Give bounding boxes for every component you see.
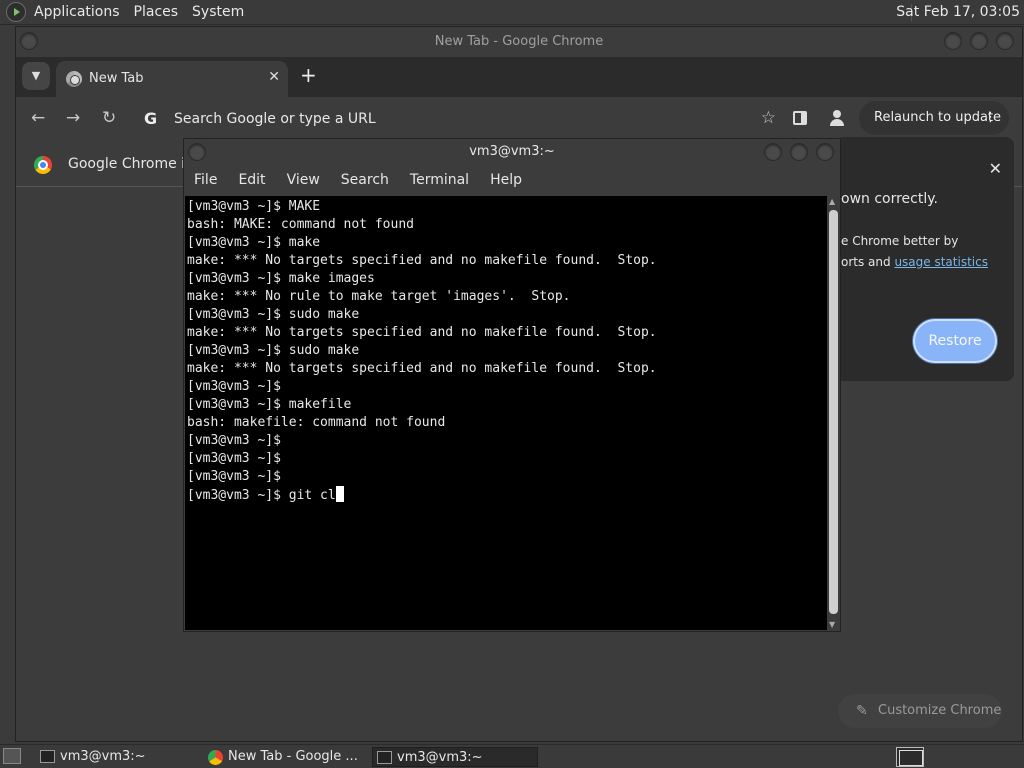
terminal-line: [vm3@vm3 ~]$ makefile (187, 397, 352, 412)
more-menu-icon[interactable]: ⋮ (984, 101, 997, 135)
taskbar-item-terminal-active[interactable]: vm3@vm3:~ (372, 747, 538, 767)
terminal-window-menu-button[interactable] (188, 143, 206, 161)
taskbar-item-chrome[interactable]: New Tab - Google ... (204, 747, 364, 767)
terminal-close-button[interactable] (816, 143, 834, 161)
tab-close-icon[interactable]: ✕ (268, 69, 280, 85)
terminal-minimize-button[interactable] (764, 143, 782, 161)
bookmark-star-icon[interactable]: ☆ (761, 108, 776, 128)
menu-places[interactable]: Places (134, 4, 179, 20)
new-tab-button[interactable]: + (300, 63, 317, 87)
terminal-menu-terminal[interactable]: Terminal (410, 172, 469, 188)
terminal-menu-view[interactable]: View (287, 172, 320, 188)
window-menu-button[interactable] (20, 32, 38, 50)
side-panel-icon[interactable] (793, 111, 807, 125)
show-desktop-icon[interactable] (3, 748, 21, 764)
restore-message: own correctly. (841, 191, 938, 207)
terminal-input-line[interactable]: [vm3@vm3 ~]$ git cl (187, 486, 827, 505)
terminal-line: [vm3@vm3 ~]$ MAKE (187, 199, 321, 214)
terminal-line: [vm3@vm3 ~]$ (187, 433, 281, 448)
taskbar-item-label: New Tab - Google ... (228, 749, 358, 764)
back-arrow-icon[interactable]: ← (31, 108, 45, 128)
terminal-cursor (335, 486, 344, 502)
terminal-menubar: File Edit View Search Terminal Help (184, 165, 840, 195)
terminal-line: [vm3@vm3 ~]$ make (187, 235, 321, 250)
tab-label: New Tab (89, 71, 144, 86)
omnibox[interactable]: G Search Google or type a URL ☆ (136, 101, 776, 137)
terminal-window: vm3@vm3:~ File Edit View Search Terminal… (183, 138, 841, 632)
customize-chrome-button[interactable]: ✎ Customize Chrome (838, 694, 1002, 728)
terminal-title: vm3@vm3:~ (469, 144, 555, 159)
scroll-down-arrow-icon[interactable]: ▼ (829, 620, 835, 629)
terminal-line: bash: makefile: command not found (187, 415, 446, 430)
terminal-line: make: *** No rule to make target 'images… (187, 289, 571, 304)
terminal-line: [vm3@vm3 ~]$ (187, 451, 281, 466)
restore-button[interactable]: Restore (913, 319, 997, 363)
restore-subtext-2: orts and usage statistics (841, 255, 988, 269)
google-g-icon: G (144, 109, 158, 128)
terminal-line: [vm3@vm3 ~]$ make images (187, 271, 375, 286)
tab-strip: ▼ New Tab ✕ + (16, 57, 1022, 97)
chrome-favicon-icon (66, 71, 82, 87)
chrome-logo-icon (34, 156, 52, 174)
terminal-current-input: [vm3@vm3 ~]$ git cl (187, 488, 336, 503)
top-panel: Applications Places System Sat Feb 17, 0… (0, 0, 1024, 25)
terminal-output[interactable]: [vm3@vm3 ~]$ MAKE bash: MAKE: command not… (185, 196, 827, 630)
taskbar-item-label: vm3@vm3:~ (397, 750, 483, 765)
terminal-menu-search[interactable]: Search (341, 172, 389, 188)
terminal-titlebar[interactable]: vm3@vm3:~ (184, 139, 840, 165)
chrome-toolbar: ← → ↻ G Search Google or type a URL ☆ Re… (16, 97, 1022, 141)
maximize-button[interactable] (970, 32, 988, 50)
profile-icon[interactable] (828, 109, 846, 127)
chrome-titlebar[interactable]: New Tab - Google Chrome (16, 27, 1022, 57)
forward-arrow-icon[interactable]: → (66, 108, 80, 128)
chrome-window-title: New Tab - Google Chrome (434, 34, 604, 49)
terminal-line: make: *** No targets specified and no ma… (187, 253, 657, 268)
customize-chrome-label: Customize Chrome (878, 703, 1002, 718)
close-window-button[interactable] (996, 32, 1014, 50)
terminal-line: make: *** No targets specified and no ma… (187, 361, 657, 376)
reload-icon[interactable]: ↻ (102, 108, 116, 128)
usage-statistics-link[interactable]: usage statistics (894, 255, 988, 269)
clock[interactable]: Sat Feb 17, 03:05 (896, 4, 1020, 20)
terminal-line: bash: MAKE: command not found (187, 217, 414, 232)
taskbar-item-terminal[interactable]: vm3@vm3:~ (36, 747, 196, 767)
terminal-menu-help[interactable]: Help (490, 172, 522, 188)
infobar-text: Google Chrome isn (68, 156, 202, 172)
terminal-scrollbar[interactable]: ▲ ▼ (827, 196, 840, 630)
close-icon[interactable]: ✕ (989, 159, 1002, 178)
pencil-icon: ✎ (856, 703, 868, 719)
menu-applications[interactable]: Applications (34, 4, 120, 20)
restore-subtext-2-text: orts and (841, 255, 895, 269)
terminal-line: [vm3@vm3 ~]$ (187, 469, 281, 484)
restore-subtext-1: e Chrome better by (841, 234, 959, 248)
tab-search-button[interactable]: ▼ (22, 62, 50, 90)
minimize-button[interactable] (944, 32, 962, 50)
scroll-up-arrow-icon[interactable]: ▲ (829, 197, 835, 206)
omnibox-placeholder: Search Google or type a URL (174, 111, 376, 127)
terminal-menu-edit[interactable]: Edit (238, 172, 265, 188)
distro-logo-icon[interactable] (6, 2, 26, 22)
terminal-icon (40, 750, 55, 763)
scrollbar-thumb[interactable] (829, 210, 838, 614)
terminal-maximize-button[interactable] (790, 143, 808, 161)
chrome-icon (208, 750, 223, 765)
terminal-icon (377, 751, 392, 764)
restore-dialog: ✕ own correctly. e Chrome better by orts… (836, 137, 1014, 381)
terminal-line: [vm3@vm3 ~]$ sudo make (187, 307, 360, 322)
terminal-line: [vm3@vm3 ~]$ (187, 379, 281, 394)
workspace-switcher[interactable] (896, 747, 924, 767)
terminal-line: [vm3@vm3 ~]$ sudo make (187, 343, 360, 358)
bottom-panel: vm3@vm3:~ New Tab - Google ... vm3@vm3:~ (0, 744, 1024, 768)
relaunch-button[interactable]: Relaunch to update ⋮ (859, 101, 1009, 135)
menu-system[interactable]: System (192, 4, 244, 20)
tab-new-tab[interactable]: New Tab ✕ (56, 61, 288, 97)
taskbar-item-label: vm3@vm3:~ (60, 749, 146, 764)
terminal-line: make: *** No targets specified and no ma… (187, 325, 657, 340)
chevron-down-icon: ▼ (31, 69, 41, 82)
relaunch-label: Relaunch to update (874, 110, 1002, 125)
terminal-menu-file[interactable]: File (194, 172, 217, 188)
